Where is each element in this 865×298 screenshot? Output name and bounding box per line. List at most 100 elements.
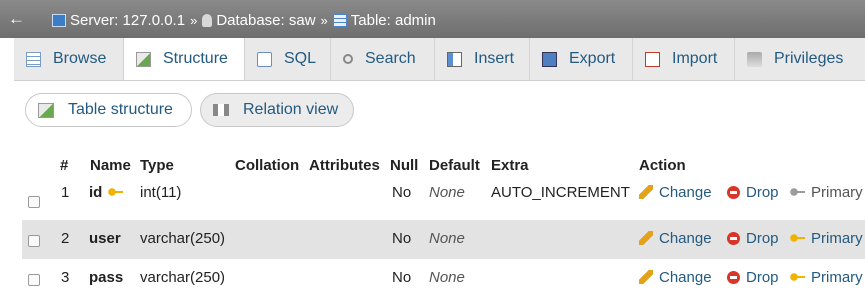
- row-num: 1: [61, 184, 70, 201]
- change-label: Change: [659, 269, 712, 286]
- tab-sql[interactable]: SQL: [245, 38, 331, 80]
- drop-label: Drop: [746, 184, 779, 201]
- primary-label: Primary: [811, 230, 863, 247]
- pencil-icon: [639, 231, 653, 245]
- drop-icon: [727, 186, 740, 199]
- privileges-icon: [747, 51, 762, 67]
- tab-search[interactable]: Search: [331, 38, 435, 80]
- tab-privileges[interactable]: Privileges: [735, 38, 865, 80]
- primary-label: Primary: [811, 269, 863, 286]
- row-name: pass: [89, 269, 124, 286]
- tab-label: Insert: [474, 50, 515, 67]
- row-null: No: [392, 184, 412, 201]
- primary-action[interactable]: Primary: [790, 178, 863, 208]
- change-action[interactable]: Change: [639, 178, 712, 208]
- change-label: Change: [659, 230, 712, 247]
- breadcrumb-separator: »: [190, 12, 198, 28]
- relation-icon: [213, 104, 229, 116]
- breadcrumb-database[interactable]: Database: saw: [216, 12, 315, 29]
- primary-key-icon: [108, 186, 125, 198]
- pencil-icon: [639, 270, 653, 284]
- row-type: int(11): [140, 184, 182, 201]
- import-icon: [645, 51, 660, 67]
- main-tabs: Browse Structure SQL Search Insert Expor…: [14, 38, 865, 81]
- breadcrumb-server[interactable]: Server: 127.0.0.1: [70, 12, 185, 29]
- subtab-relation-view[interactable]: Relation view: [200, 93, 354, 127]
- table-header-row: # Name Type Collation Attributes Null De…: [22, 150, 865, 181]
- tab-label: Export: [569, 50, 616, 67]
- back-arrow-icon[interactable]: ←: [8, 8, 30, 30]
- row-checkbox[interactable]: [28, 235, 40, 247]
- primary-action[interactable]: Primary: [790, 263, 863, 293]
- change-action[interactable]: Change: [639, 224, 712, 254]
- header-action: Action: [639, 157, 686, 174]
- row-null: No: [392, 269, 412, 286]
- row-name: id: [89, 178, 129, 208]
- drop-icon: [727, 271, 740, 284]
- row-checkbox[interactable]: [28, 196, 40, 208]
- tab-export[interactable]: Export: [530, 38, 633, 80]
- tab-label: Privileges: [774, 50, 844, 67]
- structure-icon: [136, 51, 151, 67]
- insert-icon: [447, 51, 462, 67]
- key-icon: [790, 271, 806, 283]
- tab-label: Search: [365, 50, 416, 67]
- breadcrumb-table[interactable]: Table: admin: [351, 12, 436, 29]
- row-default: None: [429, 230, 465, 247]
- primary-label: Primary: [811, 184, 863, 201]
- primary-action[interactable]: Primary: [790, 224, 863, 254]
- export-icon: [542, 51, 557, 67]
- drop-action[interactable]: Drop: [727, 263, 779, 293]
- tab-label: SQL: [283, 50, 316, 67]
- row-type: varchar(250): [140, 230, 226, 247]
- drop-label: Drop: [746, 269, 779, 286]
- sql-icon: [257, 51, 272, 67]
- tab-structure[interactable]: Structure: [124, 38, 245, 80]
- header-null[interactable]: Null: [390, 150, 418, 181]
- row-default: None: [429, 269, 465, 286]
- row-checkbox[interactable]: [28, 274, 40, 286]
- drop-icon: [727, 232, 740, 245]
- row-type: varchar(250): [140, 269, 226, 286]
- header-collation[interactable]: Collation: [235, 150, 299, 181]
- server-icon: [52, 13, 66, 27]
- table-row: 2 user varchar(250) No None Change Drop …: [22, 220, 865, 259]
- row-extra: AUTO_INCREMENT: [491, 184, 630, 201]
- row-num: 3: [61, 269, 70, 286]
- tab-insert[interactable]: Insert: [435, 38, 530, 80]
- key-icon: [790, 232, 806, 244]
- header-name[interactable]: Name: [90, 150, 131, 181]
- tab-label: Browse: [53, 50, 107, 67]
- breadcrumb: Server: 127.0.0.1 » Database: saw » Tabl…: [52, 10, 436, 30]
- drop-action[interactable]: Drop: [727, 224, 779, 254]
- search-icon: [343, 54, 353, 64]
- subtab-label: Table structure: [68, 101, 173, 118]
- change-label: Change: [659, 184, 712, 201]
- browse-icon: [26, 51, 41, 67]
- header-type[interactable]: Type: [140, 150, 174, 181]
- row-num: 2: [61, 230, 70, 247]
- header-extra[interactable]: Extra: [491, 150, 529, 181]
- tab-label: Structure: [163, 50, 228, 67]
- header-attributes[interactable]: Attributes: [309, 150, 380, 181]
- subtab-label: Relation view: [243, 101, 339, 118]
- change-action[interactable]: Change: [639, 263, 712, 293]
- row-name: user: [89, 230, 121, 247]
- row-default: None: [429, 184, 465, 201]
- header-default[interactable]: Default: [429, 150, 480, 181]
- header-num: #: [60, 157, 69, 174]
- table-row: 1 id int(11) No None AUTO_INCREMENT Chan…: [22, 181, 865, 220]
- drop-action[interactable]: Drop: [727, 178, 779, 208]
- breadcrumb-bar: ← Server: 127.0.0.1 » Database: saw » Ta…: [0, 0, 865, 38]
- row-name-text: id: [89, 184, 103, 201]
- structure-table: # Name Type Collation Attributes Null De…: [22, 150, 865, 298]
- breadcrumb-separator: »: [320, 12, 328, 28]
- structure-icon: [38, 102, 54, 118]
- pencil-icon: [639, 185, 653, 199]
- tab-browse[interactable]: Browse: [14, 38, 124, 80]
- subtab-table-structure[interactable]: Table structure: [25, 93, 192, 127]
- tab-label: Import: [672, 50, 718, 67]
- database-icon: [202, 13, 213, 27]
- tab-import[interactable]: Import: [633, 38, 735, 80]
- drop-label: Drop: [746, 230, 779, 247]
